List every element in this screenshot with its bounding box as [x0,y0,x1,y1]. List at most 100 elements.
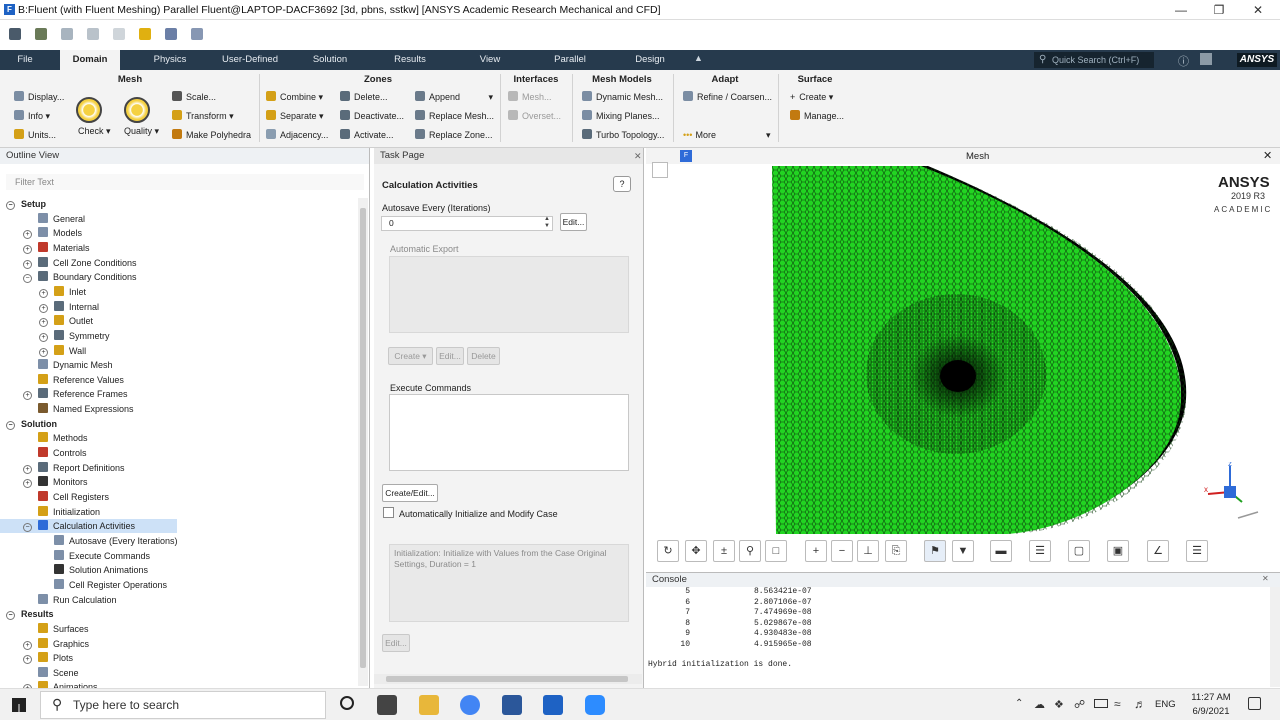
collapse-icon[interactable]: − [6,201,15,210]
collapse-icon[interactable]: − [6,611,15,621]
console-panel[interactable]: Console ✕ 5 8.563421e-07 6 2.807106e-07 7 7.4… [646,572,1280,688]
tab-view[interactable]: View [460,50,520,70]
expand-icon[interactable]: + [23,244,32,254]
tree-item[interactable]: Execute Commands [0,549,356,563]
autosave-edit-button[interactable]: Edit... [560,213,587,231]
clock-date[interactable]: 6/9/2021 [1186,706,1236,717]
tree-item[interactable]: Dynamic Mesh [0,358,356,372]
scale-button[interactable]: Scale... [172,90,216,104]
expand-icon[interactable]: + [23,655,32,665]
task-view-icon[interactable] [377,695,397,715]
turbo-topology-button[interactable]: Turbo Topology... [582,128,664,142]
tree-item[interactable]: + Graphics [0,637,356,651]
check-button[interactable]: Check ▾ [78,124,111,138]
close-window-button[interactable]: ✕ [1247,2,1269,18]
cube-view-icon[interactable]: ▢ [1068,540,1090,562]
ruler-icon[interactable]: ▬ [990,540,1012,562]
probe-icon[interactable]: ▼ [952,540,974,562]
export-edit-button[interactable]: Edit... [436,347,464,365]
auto-initialize-checkbox[interactable] [383,507,394,518]
tree-item[interactable]: Autosave (Every Iterations) [0,534,356,548]
file-explorer-icon[interactable] [419,695,439,715]
initialization-edit-button[interactable]: Edit... [382,634,410,652]
notes-icon[interactable]: ☰ [1186,540,1208,562]
taskbar-search-input[interactable]: Type here to search [40,691,326,719]
export-create-button[interactable]: Create ▾ [388,347,433,365]
settings-icon[interactable] [1200,53,1212,65]
interfaces-mesh-button[interactable]: Mesh... [508,90,552,104]
tab-physics[interactable]: Physics [140,50,200,70]
tree-item[interactable]: Methods [0,431,356,445]
tab-user-defined[interactable]: User-Defined [215,50,285,70]
tree-item[interactable]: + Internal [0,300,356,314]
tree-item[interactable]: + Symmetry [0,329,356,343]
axes-view-icon[interactable]: ⊥ [857,540,879,562]
units-button[interactable]: Units... [14,128,56,142]
open-icon[interactable] [9,28,21,40]
read-case-icon[interactable] [35,28,47,40]
chrome-icon[interactable] [460,695,480,715]
replace-zone-button[interactable]: Replace Zone... [415,128,493,142]
append-button[interactable]: Append ▾ [415,90,493,104]
collapse-ribbon-icon[interactable]: ▲ [694,53,703,63]
storage-icon[interactable]: ☍ [1074,698,1085,711]
tab-parallel[interactable]: Parallel [540,50,600,70]
cortana-icon[interactable] [340,696,354,710]
execute-commands-list[interactable] [389,394,629,471]
transform-button[interactable]: Transform ▾ [172,109,234,123]
expand-icon[interactable]: + [23,479,32,489]
tree-item[interactable]: + Report Definitions [0,461,356,475]
zoom-out-icon[interactable]: − [831,540,853,562]
language-indicator[interactable]: ENG [1155,699,1176,710]
autosave-spinner-icon[interactable]: ▲ ▼ [544,216,550,230]
automatic-export-list[interactable] [389,256,629,333]
quality-button[interactable]: Quality ▾ [124,124,159,138]
info-button[interactable]: Info ▾ [14,109,50,123]
tab-file[interactable]: File [4,50,46,70]
tree-item[interactable]: + Cell Zone Conditions [0,256,356,270]
grid-icon[interactable] [191,28,203,40]
expand-icon[interactable]: + [23,640,32,650]
dynamic-mesh-button[interactable]: Dynamic Mesh... [582,90,663,104]
tree-item[interactable]: General [0,212,356,226]
tree-item[interactable]: − Setup [0,197,356,211]
activate-button[interactable]: Activate... [340,128,394,142]
tree-item[interactable]: Cell Registers [0,490,356,504]
tab-results[interactable]: Results [380,50,440,70]
tree-item[interactable]: + Plots [0,651,356,665]
help-icon[interactable]: ⓘ [1178,53,1189,69]
tray-chevron-icon[interactable]: ⌃ [1015,698,1023,709]
zoom-box-icon[interactable]: □ [765,540,787,562]
save-picture-icon[interactable]: ⎘ [885,540,907,562]
expand-icon[interactable]: + [23,391,32,401]
refine-coarsen-button[interactable]: Refine / Coarsen... [683,90,772,104]
tree-item[interactable]: + Materials [0,241,356,255]
zoom-in-out-icon[interactable]: ± [713,540,735,562]
fluent-taskbar-icon[interactable] [543,695,563,715]
combine-button[interactable]: Combine ▾ [266,90,323,104]
maximize-button[interactable]: ❐ [1208,2,1230,18]
zoom-app-icon[interactable] [585,695,605,715]
tree-item[interactable]: − Solution [0,417,356,431]
tree-item[interactable]: Surfaces [0,622,356,636]
surface-create-button[interactable]: + Create ▾ [790,90,833,104]
tree-item[interactable]: − Boundary Conditions [0,270,356,284]
quick-search-input[interactable]: Quick Search (Ctrl+F) [1034,52,1154,68]
graphics-window[interactable]: F Mesh ✕ ANSYS 2019 R3 ACADEMIC z x [646,148,1280,568]
word-icon[interactable] [502,695,522,715]
tree-item[interactable]: + Models [0,226,356,240]
outline-scrollbar-thumb[interactable] [360,208,366,668]
tree-item[interactable]: Controls [0,446,356,460]
task-page-close-icon[interactable]: ✕ [634,151,642,162]
export-delete-button[interactable]: Delete [467,347,500,365]
task-page-scrollbar-thumb[interactable] [386,676,628,682]
tree-item[interactable]: Named Expressions [0,402,356,416]
tree-item[interactable]: Scene [0,666,356,680]
tree-item[interactable]: Initialization [0,505,356,519]
tree-item[interactable]: + Outlet [0,314,356,328]
adapt-more-button[interactable]: ••• More ▾ [683,128,771,142]
onedrive-icon[interactable]: ☁ [1034,698,1045,711]
replace-mesh-button[interactable]: Replace Mesh... [415,109,494,123]
expand-icon[interactable]: + [23,464,32,474]
select-mode-icon[interactable]: ⚑ [924,540,946,562]
